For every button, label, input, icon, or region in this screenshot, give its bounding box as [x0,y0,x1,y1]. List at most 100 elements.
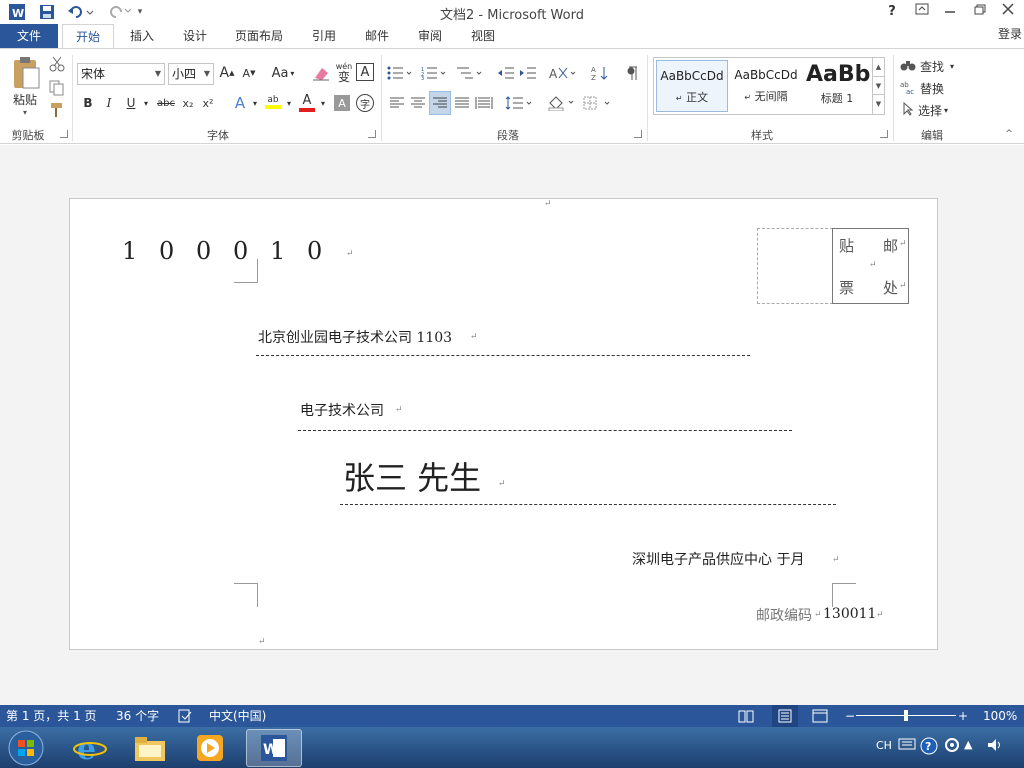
font-color-dropdown-icon[interactable]: ▾ [318,93,328,113]
styles-scrollbar[interactable]: ▲ ▼ ▼ [872,58,884,114]
format-painter-icon[interactable] [48,101,66,119]
underline-button[interactable]: U [123,93,139,113]
media-player-icon[interactable] [184,729,236,767]
minimize-button[interactable] [936,2,964,22]
document-area[interactable]: ↵ 1 0 0 0 1 0 ↵ 贴 邮 ↵ ↵ 票 处 ↵ 北京创业园电子技术公… [0,145,1024,705]
paragraph-shading-icon[interactable] [546,93,578,113]
scroll-down-icon[interactable]: ▼ [873,76,884,94]
volume-icon[interactable] [986,737,1004,756]
superscript-button[interactable]: x² [200,93,216,113]
tab-home[interactable]: 开始 [62,24,114,49]
bold-button[interactable]: B [80,93,96,113]
underline-dropdown-icon[interactable]: ▾ [141,93,151,113]
style-heading-1[interactable]: AaBbl 标题 1 [804,60,870,112]
windows-start-icon[interactable] [0,729,52,767]
tab-file[interactable]: 文件 [0,24,58,48]
style-normal[interactable]: AaBbCcDd ↵ 正文 [656,60,728,112]
character-border-button[interactable]: A [356,63,374,81]
paste-button[interactable]: 粘贴 [6,91,44,107]
change-case-button[interactable]: Aa ▾ [266,63,300,83]
tab-page-layout[interactable]: 页面布局 [228,24,290,48]
zoom-in-icon[interactable]: + [958,705,968,727]
tab-view[interactable]: 视图 [463,24,503,48]
subscript-button[interactable]: x₂ [180,93,196,113]
distributed-icon[interactable] [474,93,494,113]
line-spacing-icon[interactable] [504,93,534,113]
styles-gallery: AaBbCcDd ↵ 正文 AaBbCcDd ↵ 无间隔 AaBbl 标题 1 … [653,57,885,115]
clipboard-dialog-launcher[interactable] [60,130,68,138]
italic-button[interactable]: I [101,93,117,113]
help-tray-icon[interactable]: ? [920,737,938,758]
align-right-icon[interactable] [429,91,451,115]
word-count[interactable]: 36 个字 [116,705,159,727]
font-size-combo[interactable]: 小四 ▼ [168,63,214,85]
collapse-ribbon-icon[interactable]: ^ [1002,127,1016,141]
replace-icon: ab ac [900,80,916,97]
font-name-combo[interactable]: 宋体 ▼ [77,63,165,85]
paste-icon[interactable] [8,55,42,91]
justify-icon[interactable] [453,93,471,113]
tab-references[interactable]: 引用 [304,24,344,48]
tab-review[interactable]: 审阅 [410,24,450,48]
decrease-indent-icon[interactable] [496,63,516,83]
highlight-dropdown-icon[interactable]: ▾ [284,93,294,113]
enclose-characters-button[interactable]: 字 [356,94,374,112]
close-button[interactable] [994,2,1022,22]
cut-icon[interactable] [48,55,66,73]
paste-dropdown-icon[interactable]: ▾ [18,107,32,117]
clear-formatting-icon[interactable] [310,63,332,83]
numbering-icon[interactable]: 123 [420,63,448,83]
zoom-level[interactable]: 100% [983,705,1017,727]
copy-icon[interactable] [48,79,66,97]
style-no-spacing[interactable]: AaBbCcDd ↵ 无间隔 [730,60,802,112]
strikethrough-button[interactable]: abc [155,93,177,113]
font-color-button[interactable]: A [298,91,316,113]
phonetic-guide-button[interactable]: wén 变 [334,59,354,85]
bullets-icon[interactable] [386,63,414,83]
keyboard-icon[interactable] [898,737,916,754]
file-explorer-icon[interactable] [124,729,176,767]
replace-button[interactable]: ab ac 替换 [900,79,952,97]
shrink-font-button[interactable]: A ▼ [240,63,258,83]
align-center-icon[interactable] [409,93,427,113]
zoom-slider-thumb[interactable] [904,710,908,721]
asian-layout-icon[interactable]: A [548,63,578,83]
word-taskbar-icon[interactable]: W [246,729,302,767]
font-dialog-launcher[interactable] [368,130,376,138]
zoom-out-icon[interactable]: − [845,705,855,727]
character-shading-button[interactable]: A [334,95,350,111]
language-indicator[interactable]: 中文(中国) [209,705,266,727]
show-formatting-marks-icon[interactable] [622,63,642,83]
borders-icon[interactable] [582,93,614,113]
tab-design[interactable]: 设计 [175,24,215,48]
multilevel-list-icon[interactable] [454,63,484,83]
font-color-swatch [299,107,315,112]
grow-font-button[interactable]: A ▲ [218,63,236,83]
text-effects-button[interactable]: A [232,93,248,113]
settings-tray-icon[interactable] [944,737,960,756]
select-button[interactable]: 选择 ▾ [902,101,960,119]
envelope-page[interactable]: ↵ 1 0 0 0 1 0 ↵ 贴 邮 ↵ ↵ 票 处 ↵ 北京创业园电子技术公… [69,198,938,650]
input-language[interactable]: CH [876,739,892,752]
styles-more-icon[interactable]: ▼ [873,94,884,112]
find-button[interactable]: 查找 ▾ [900,57,962,75]
restore-button[interactable] [966,2,994,22]
show-hidden-icons[interactable]: ▲ [964,738,972,751]
paragraph-mark-icon: ↵ [869,260,877,270]
sort-icon[interactable]: AZ [590,63,610,83]
page-count[interactable]: 第 1 页，共 1 页 [6,705,97,727]
internet-explorer-icon[interactable]: e [64,729,116,767]
paragraph-dialog-launcher[interactable] [634,130,642,138]
highlight-button[interactable]: ab [264,91,282,113]
scroll-up-icon[interactable]: ▲ [873,58,884,76]
zoom-slider[interactable] [856,710,956,721]
help-button[interactable]: ? [878,2,906,22]
ribbon-display-options-icon[interactable] [908,2,936,22]
styles-dialog-launcher[interactable] [880,130,888,138]
align-left-icon[interactable] [388,93,406,113]
sign-in-link[interactable]: 登录 [998,24,1022,44]
text-effects-dropdown-icon[interactable]: ▾ [250,93,260,113]
increase-indent-icon[interactable] [518,63,538,83]
tab-insert[interactable]: 插入 [122,24,162,48]
tab-mailings[interactable]: 邮件 [357,24,397,48]
